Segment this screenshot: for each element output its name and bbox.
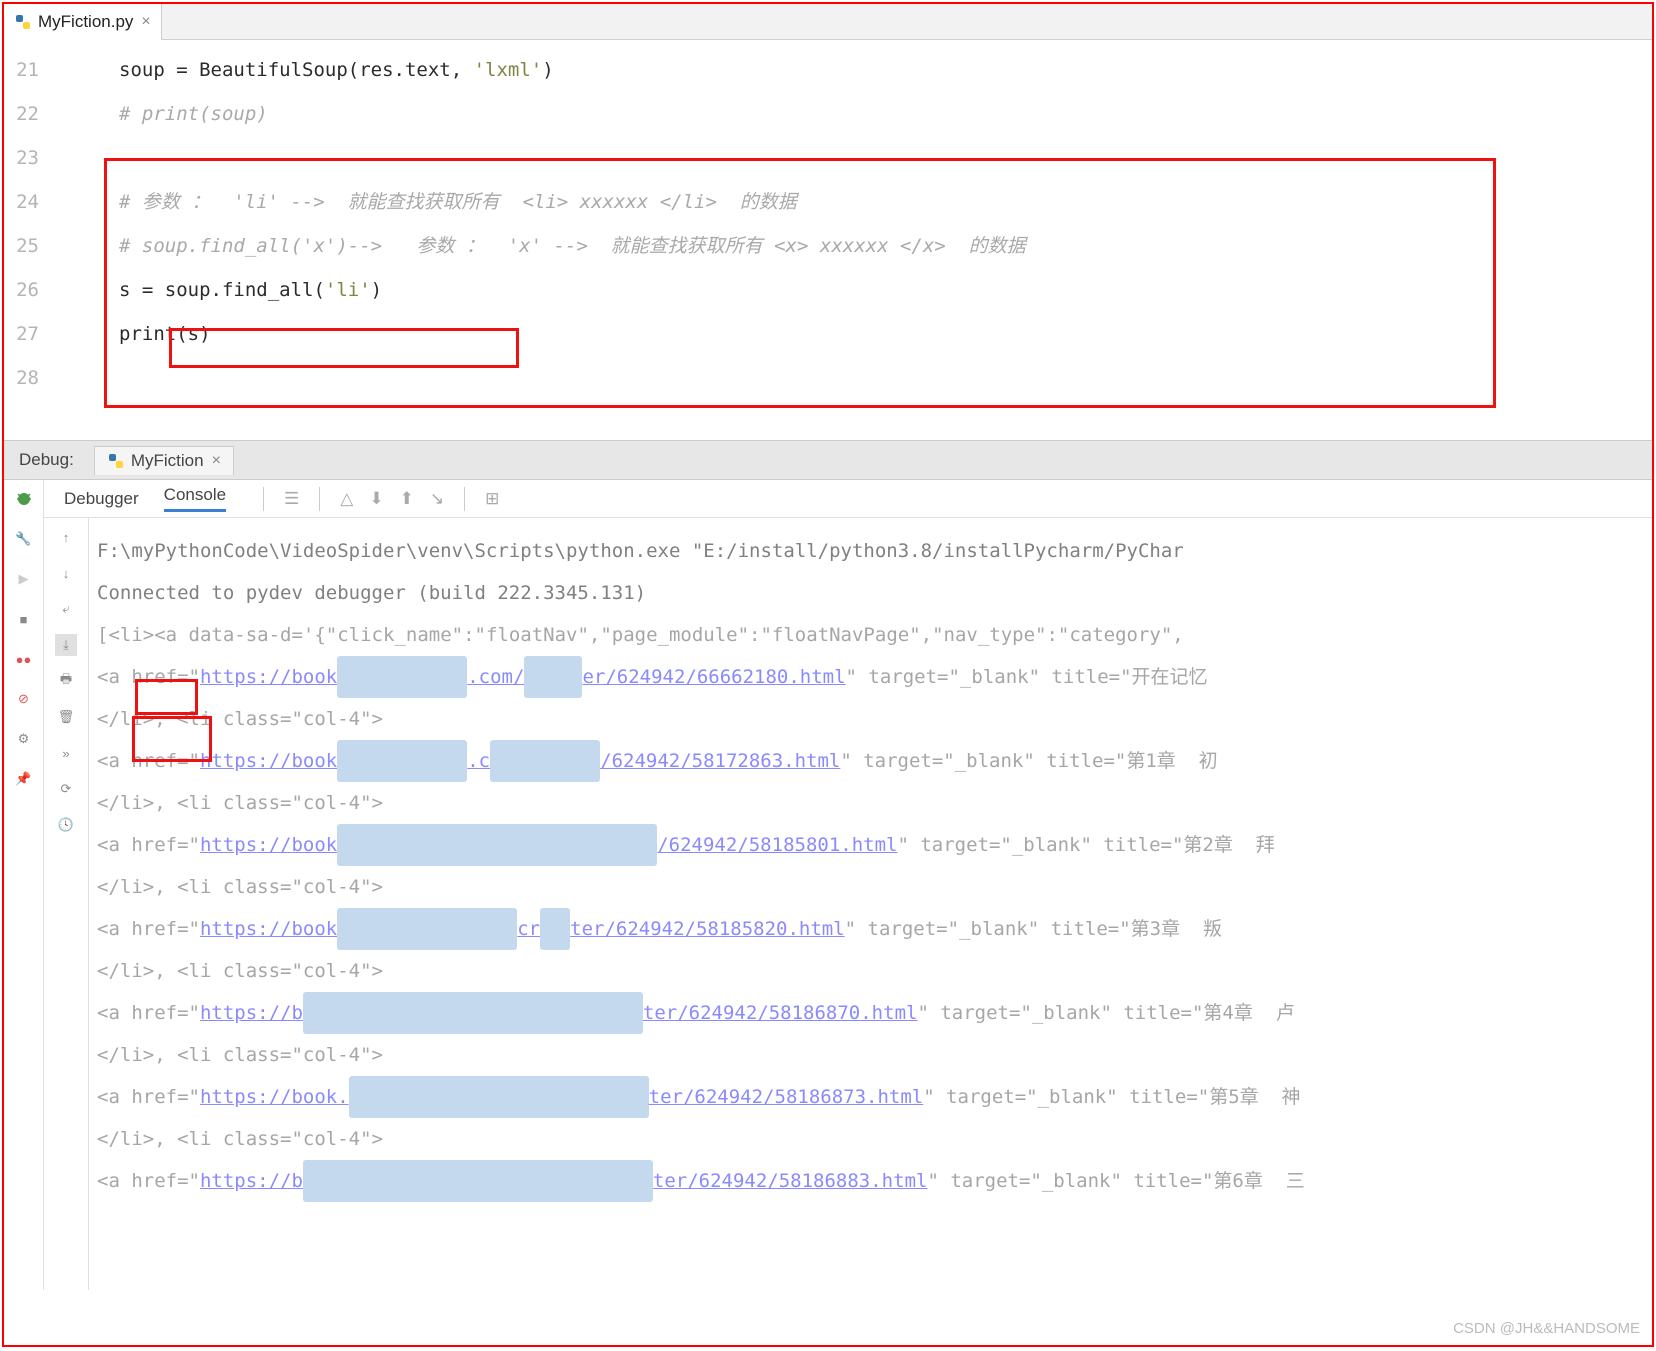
prompt-icon[interactable]: »: [55, 742, 77, 764]
file-tab-label: MyFiction.py: [38, 12, 133, 32]
watermark: CSDN @JH&&HANDSOME: [1453, 1320, 1640, 1337]
code-editor[interactable]: 21 22 23 24 25 26 27 28 soup = Beautiful…: [4, 40, 1652, 440]
debug-tab-label: MyFiction: [131, 451, 204, 471]
history-icon[interactable]: 🕓: [55, 814, 77, 836]
calculator-icon[interactable]: ⊞: [485, 489, 499, 509]
mute-breakpoints-icon[interactable]: ⊘: [13, 688, 35, 710]
tab-debugger[interactable]: Debugger: [64, 489, 139, 509]
separator: [319, 487, 320, 511]
python-file-icon: [14, 13, 32, 31]
arrow-down-icon[interactable]: ↓: [55, 562, 77, 584]
breakpoints-icon[interactable]: ●●: [13, 648, 35, 670]
arrow-icon[interactable]: ↘: [430, 489, 444, 509]
python-icon: [107, 452, 125, 470]
highlight-box-findall: [169, 328, 519, 368]
debug-panel: 🔧 ▶ ■ ●● ⊘ ⚙ 📌 Debugger Console ☰ △ ⬇ ⬆ …: [4, 480, 1652, 1290]
close-icon[interactable]: ×: [212, 452, 221, 470]
trash-icon[interactable]: 🗑: [55, 706, 77, 728]
arrow-up-icon[interactable]: ↑: [55, 526, 77, 548]
tab-console[interactable]: Console: [164, 485, 226, 512]
refresh-icon[interactable]: ⟳: [55, 778, 77, 800]
code-line-22: # print(soup): [49, 92, 1652, 136]
bug-icon[interactable]: [13, 488, 35, 510]
debug-left-toolbar: 🔧 ▶ ■ ●● ⊘ ⚙ 📌: [4, 480, 44, 1290]
close-icon[interactable]: ×: [141, 13, 150, 31]
editor-tab-bar: MyFiction.py ×: [4, 4, 1652, 40]
menu-icon[interactable]: ☰: [284, 489, 299, 509]
debug-tab-myfiction[interactable]: MyFiction ×: [94, 446, 234, 475]
separator: [464, 487, 465, 511]
console-output[interactable]: F:\myPythonCode\VideoSpider\venv\Scripts…: [89, 518, 1652, 1290]
debug-panel-header: Debug: MyFiction ×: [4, 440, 1652, 480]
pin-icon[interactable]: 📌: [13, 768, 35, 790]
highlight-box-li-close: [132, 716, 212, 762]
stop-icon[interactable]: ■: [13, 608, 35, 630]
export-icon[interactable]: △: [340, 489, 353, 509]
highlight-box-comments: [104, 158, 1496, 408]
wrench-icon[interactable]: 🔧: [13, 528, 35, 550]
separator: [263, 487, 264, 511]
code-area[interactable]: soup = BeautifulSoup(res.text, 'lxml') #…: [49, 40, 1652, 440]
file-tab-myfiction[interactable]: MyFiction.py ×: [4, 4, 162, 40]
code-line-21: soup = BeautifulSoup(res.text, 'lxml'): [49, 48, 1652, 92]
screenshot-frame: MyFiction.py × 21 22 23 24 25 26 27 28 s…: [2, 2, 1654, 1347]
download-icon[interactable]: ⬇: [369, 489, 383, 509]
highlight-box-li-open: [135, 679, 198, 715]
debug-inner-tabs: Debugger Console ☰ △ ⬇ ⬆ ↘ ⊞: [44, 480, 1652, 518]
print-icon[interactable]: 🖶: [55, 670, 77, 692]
debug-label: Debug:: [19, 450, 74, 470]
settings-icon[interactable]: ⚙: [13, 728, 35, 750]
console-toolbar: ↑ ↓ ⤶ ⤓ 🖶 🗑 » ⟳ 🕓: [44, 518, 89, 1290]
play-icon[interactable]: ▶: [13, 568, 35, 590]
upload-icon[interactable]: ⬆: [400, 489, 414, 509]
line-gutter: 21 22 23 24 25 26 27 28: [4, 40, 49, 440]
scroll-to-end-icon[interactable]: ⤓: [55, 634, 77, 656]
wrap-icon[interactable]: ⤶: [55, 598, 77, 620]
